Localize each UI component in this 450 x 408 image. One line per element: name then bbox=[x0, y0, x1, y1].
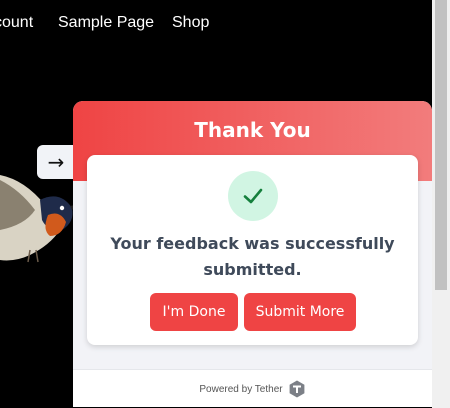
widget-title: Thank You bbox=[194, 118, 311, 142]
scrollbar-thumb[interactable] bbox=[435, 0, 447, 290]
tether-logo-icon bbox=[289, 380, 304, 398]
done-button[interactable]: I'm Done bbox=[150, 293, 238, 331]
powered-by-text: Powered by Tether bbox=[199, 383, 283, 395]
success-message: Your feedback was successfully submitted… bbox=[110, 234, 395, 279]
site-nav: count Sample Page Shop bbox=[0, 0, 432, 48]
scrollbar[interactable] bbox=[432, 0, 450, 408]
bird-illustration bbox=[0, 175, 80, 263]
nav-item-account[interactable]: count bbox=[0, 14, 33, 32]
nav-item-sample-page[interactable]: Sample Page bbox=[58, 14, 154, 32]
checkmark-icon bbox=[243, 188, 263, 204]
confirmation-card: Your feedback was successfully submitted… bbox=[87, 155, 418, 345]
widget-footer: Powered by Tether bbox=[73, 369, 432, 407]
feedback-widget: Thank You Your feedback was successfully… bbox=[73, 101, 432, 407]
nav-item-shop[interactable]: Shop bbox=[172, 14, 209, 32]
success-badge bbox=[228, 171, 278, 221]
submit-more-button[interactable]: Submit More bbox=[244, 293, 356, 331]
